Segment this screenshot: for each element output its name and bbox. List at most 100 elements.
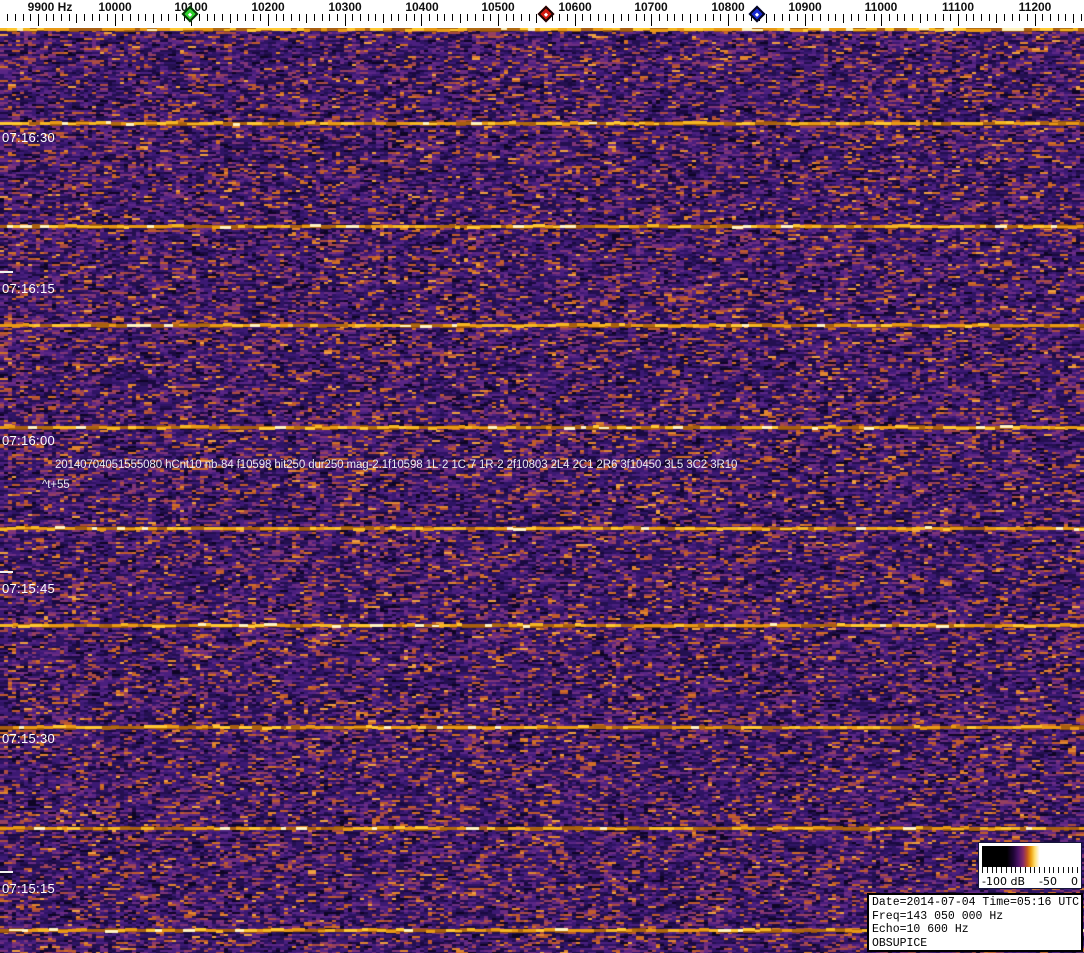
time-edge-tick xyxy=(0,571,13,573)
freq-tick xyxy=(260,14,261,21)
freq-tick xyxy=(199,14,200,21)
freq-tick xyxy=(345,14,346,26)
freq-tick xyxy=(1042,14,1043,21)
freq-tick xyxy=(1058,14,1059,21)
freq-tick xyxy=(958,14,959,26)
freq-tick xyxy=(168,14,169,21)
db-scale-tick xyxy=(986,867,988,873)
freq-tick xyxy=(398,14,399,21)
freq-tick xyxy=(720,14,721,21)
freq-tick xyxy=(651,14,652,26)
freq-tick xyxy=(1035,14,1036,26)
freq-tick xyxy=(621,14,622,21)
freq-tick xyxy=(536,14,537,23)
db-scale-tick xyxy=(1072,867,1074,873)
freq-tick xyxy=(498,14,499,26)
freq-tick xyxy=(460,14,461,23)
freq-tick xyxy=(812,14,813,21)
freq-tick xyxy=(728,14,729,26)
freq-tick xyxy=(690,14,691,23)
freq-tick xyxy=(352,14,353,21)
freq-tick xyxy=(713,14,714,21)
freq-tick xyxy=(920,14,921,23)
db-scale-tick xyxy=(1067,867,1069,873)
spectrogram-canvas[interactable] xyxy=(0,28,1084,953)
freq-tick xyxy=(904,14,905,21)
freq-tick xyxy=(598,14,599,21)
freq-label: 10000 xyxy=(98,0,132,14)
freq-tick xyxy=(943,14,944,21)
freq-tick xyxy=(375,14,376,21)
freq-tick xyxy=(736,14,737,21)
freq-tick xyxy=(743,14,744,21)
cursor-annotation: ^t+55 xyxy=(42,479,70,491)
freq-tick xyxy=(659,14,660,21)
db-scale-tick xyxy=(982,867,983,873)
freq-tick xyxy=(828,14,829,21)
freq-tick xyxy=(276,14,277,21)
freq-tick xyxy=(559,14,560,21)
time-label: 07:16:30 xyxy=(2,130,56,145)
freq-tick xyxy=(176,14,177,21)
freq-tick xyxy=(927,14,928,21)
info-echo-line: Echo=10 600 Hz xyxy=(872,923,969,936)
freq-tick xyxy=(84,14,85,21)
freq-tick xyxy=(1081,14,1082,21)
freq-label: 11000 xyxy=(864,0,898,14)
time-label: 07:16:15 xyxy=(2,281,56,296)
freq-label: 11100 xyxy=(941,0,975,14)
freq-tick xyxy=(230,14,231,23)
freq-tick xyxy=(337,14,338,21)
freq-tick xyxy=(161,14,162,21)
db-scale-legend: -100 dB -50 0 xyxy=(978,842,1082,889)
time-edge-tick xyxy=(0,271,13,273)
freq-tick xyxy=(582,14,583,21)
time-edge-tick xyxy=(0,871,13,873)
freq-tick xyxy=(245,14,246,21)
freq-tick xyxy=(989,14,990,21)
freq-label: 10800 xyxy=(711,0,745,14)
freq-tick xyxy=(53,14,54,21)
freq-tick xyxy=(1065,14,1066,21)
freq-tick xyxy=(529,14,530,21)
db-label-max: 0 xyxy=(1071,875,1078,888)
marker-center-dot xyxy=(754,12,760,17)
freq-tick xyxy=(122,14,123,21)
freq-tick xyxy=(452,14,453,21)
freq-tick xyxy=(1012,14,1013,21)
freq-tick xyxy=(76,14,77,23)
freq-tick xyxy=(897,14,898,21)
db-label-mid: -50 xyxy=(1039,875,1057,888)
freq-label: 10400 xyxy=(405,0,439,14)
spectrogram-area xyxy=(0,28,1084,953)
info-station-line: OBSUPICE xyxy=(872,936,928,950)
freq-tick xyxy=(130,14,131,21)
marker-center-dot xyxy=(543,12,549,17)
freq-tick xyxy=(23,14,24,21)
freq-tick xyxy=(222,14,223,21)
freq-tick xyxy=(299,14,300,21)
freq-tick xyxy=(1050,14,1051,21)
freq-tick xyxy=(705,14,706,21)
time-label: 07:15:45 xyxy=(2,581,56,596)
freq-tick xyxy=(797,14,798,21)
freq-tick xyxy=(935,14,936,21)
freq-tick xyxy=(61,14,62,21)
freq-tick xyxy=(383,14,384,23)
freq-tick xyxy=(268,14,269,26)
freq-tick xyxy=(406,14,407,21)
db-scale-tick xyxy=(1005,867,1007,873)
db-scale-tick xyxy=(1053,867,1055,873)
freq-tick xyxy=(682,14,683,21)
db-scale-tick xyxy=(1020,867,1021,873)
freq-tick xyxy=(360,14,361,21)
freq-tick xyxy=(7,14,8,21)
freq-tick xyxy=(766,14,767,23)
freq-tick xyxy=(107,14,108,21)
freq-tick xyxy=(38,14,39,26)
freq-tick xyxy=(613,14,614,23)
freq-label: 11200 xyxy=(1018,0,1052,14)
db-scale-tick xyxy=(1024,867,1026,873)
meteor-observation-window: 9900 Hz100001010010200103001040010500106… xyxy=(0,0,1084,953)
freq-tick xyxy=(966,14,967,21)
